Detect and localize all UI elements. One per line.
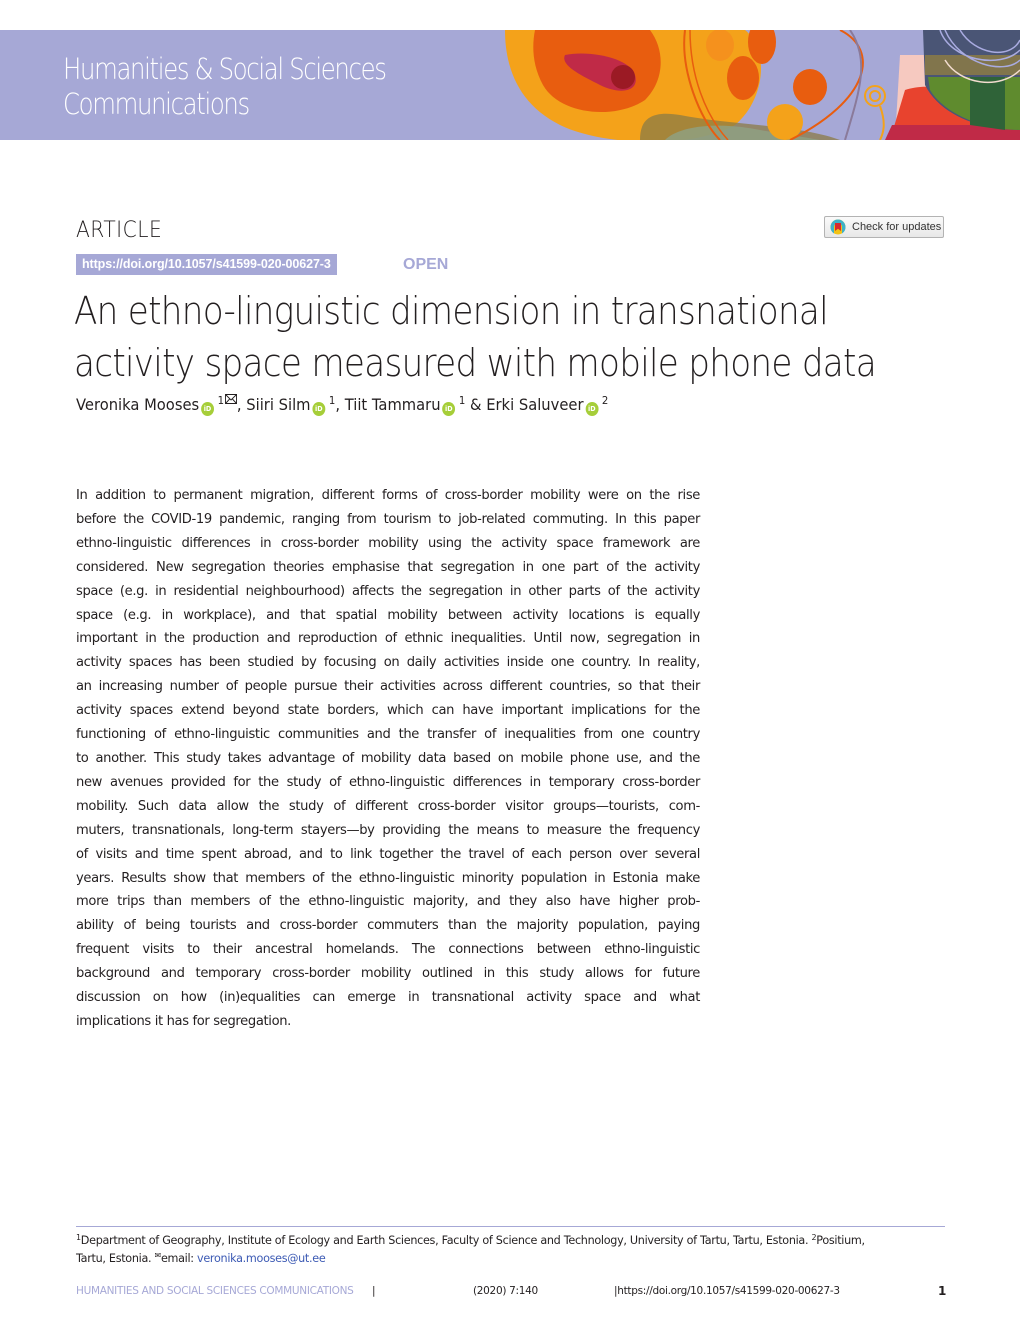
author-separator: , — [335, 395, 345, 414]
art-dark-red-dot — [611, 65, 635, 89]
art-line — [844, 30, 863, 140]
author-name[interactable]: Siiri Silm — [246, 395, 310, 414]
footer-doi-link[interactable]: |https://doi.org/10.1057/s41599-020-0062… — [614, 1285, 840, 1297]
author-separator: , — [236, 395, 247, 414]
abstract-line: ethno-linguistic differences in cross-bo… — [76, 535, 700, 551]
abstract-line: years. Results show that members of the … — [76, 870, 700, 886]
art-spiral — [869, 90, 881, 102]
abstract-line: important in the production and reproduc… — [76, 631, 700, 647]
abstract-line: space (e.g. in residential neighbourhood… — [76, 583, 700, 599]
author[interactable]: Siiri Silm iD1 — [246, 394, 335, 416]
check-for-updates-label: Check for updates — [852, 221, 942, 233]
corresponding-email-link[interactable]: veronika.mooses@ut.ee — [197, 1252, 326, 1265]
affiliation-2-location: Tartu, Estonia. — [76, 1252, 152, 1265]
footnote-divider — [76, 1226, 945, 1227]
abstract-line: space (e.g. in workplace), and that spat… — [76, 607, 700, 623]
abstract-line: of visits and time spent abroad, and to … — [76, 846, 700, 862]
abstract-line: ability of being tourists and cross-bord… — [76, 918, 700, 934]
affiliation-1: Department of Geography, Institute of Ec… — [80, 1234, 809, 1247]
abstract-line: background and temporary cross-border mo… — [76, 966, 700, 982]
affiliation-mark: 2 — [601, 394, 609, 407]
author[interactable]: Tiit Tammaru iD1 — [345, 394, 465, 416]
abstract-line: more trips than members of the ethno-lin… — [76, 894, 700, 910]
footer-separator: | — [372, 1285, 376, 1297]
check-for-updates-button[interactable]: Check for updates — [824, 216, 944, 238]
art-orange-dot — [727, 56, 759, 100]
footnote-line: Tartu, Estonia. ✉email: veronika.mooses@… — [76, 1250, 956, 1268]
email-label: email: — [160, 1252, 194, 1265]
email-envelope-icon[interactable] — [224, 394, 237, 404]
author[interactable]: Erki Saluveer iD2 — [486, 394, 609, 416]
abstract-line: muters, transnationals, long-term stayer… — [76, 822, 700, 838]
author-name[interactable]: Tiit Tammaru — [345, 395, 441, 414]
footer-citation: (2020) 7:140 — [473, 1285, 538, 1297]
article-title: An ethno-linguistic dimension in transna… — [74, 285, 877, 389]
article-title-line2: activity space measured with mobile phon… — [74, 341, 877, 385]
abstract-line: to another. This study takes advantage o… — [76, 750, 700, 766]
affiliations-footnote: 1Department of Geography, Institute of E… — [76, 1232, 956, 1268]
doi-link[interactable]: https://doi.org/10.1057/s41599-020-00627… — [76, 254, 337, 275]
art-orange-dot — [793, 69, 827, 105]
affiliation-mark: 1 — [217, 394, 225, 407]
journal-name-line1: Humanities & Social Sciences — [63, 52, 387, 86]
art-dark-green-block — [970, 77, 1005, 130]
abstract-line: activity spaces extend beyond state bord… — [76, 703, 700, 719]
orcid-icon[interactable]: iD — [442, 402, 456, 416]
abstract-line: In addition to permanent migration, diff… — [76, 488, 700, 503]
orcid-icon[interactable]: iD — [201, 402, 214, 416]
abstract-line: before the COVID-19 pandemic, ranging fr… — [76, 511, 700, 527]
author-name[interactable]: Veronika Mooses — [76, 395, 199, 414]
abstract-line: activity spaces has been studied by focu… — [76, 655, 700, 671]
crossmark-icon — [830, 219, 846, 235]
orcid-icon[interactable]: iD — [312, 402, 326, 416]
author-separator: & — [465, 395, 487, 414]
abstract: In addition to permanent migration, diff… — [76, 484, 700, 1034]
abstract-line: functioning of ethno-linguistic communit… — [76, 727, 700, 743]
abstract-line: mobility. Such data allow the study of d… — [76, 798, 700, 814]
abstract-line: implications it has for segregation. — [76, 1013, 291, 1029]
art-orange-dot-light — [706, 30, 734, 61]
footnote-line: 1Department of Geography, Institute of E… — [76, 1232, 956, 1250]
footer-journal-name[interactable]: HUMANITIES AND SOCIAL SCIENCES COMMUNICA… — [76, 1285, 354, 1297]
journal-name-line2: Communications — [63, 87, 250, 121]
art-line — [879, 105, 885, 140]
page-footer: HUMANITIES AND SOCIAL SCIENCES COMMUNICA… — [76, 1284, 946, 1301]
open-access-label: OPEN — [403, 256, 449, 273]
art-yellow-dot — [767, 104, 803, 140]
article-title-line1: An ethno-linguistic dimension in transna… — [74, 289, 829, 333]
abstract-line: frequent visits to their ancestral homel… — [76, 942, 700, 958]
affiliation-2-name: Positium, — [816, 1234, 865, 1247]
journal-banner: Humanities & Social Sciences Communicati… — [0, 30, 1020, 140]
author-name[interactable]: Erki Saluveer — [486, 395, 583, 414]
abstract-line: discussion on how (in)equalities can eme… — [76, 990, 700, 1006]
author-list: Veronika Mooses iD1, Siiri Silm iD1, Tiit … — [76, 394, 608, 416]
orcid-icon[interactable]: iD — [585, 402, 599, 416]
abstract-line: an increasing number of people pursue th… — [76, 679, 700, 695]
journal-name: Humanities & Social Sciences Communicati… — [63, 52, 387, 122]
abstract-line: considered. New segregation theories emp… — [76, 559, 700, 575]
page-number: 1 — [937, 1284, 946, 1298]
article-type-label: ARTICLE — [76, 218, 163, 243]
author[interactable]: Veronika Mooses iD1 — [76, 394, 237, 416]
art-spiral — [864, 85, 886, 107]
abstract-line: new avenues provided for the study of et… — [76, 774, 700, 790]
